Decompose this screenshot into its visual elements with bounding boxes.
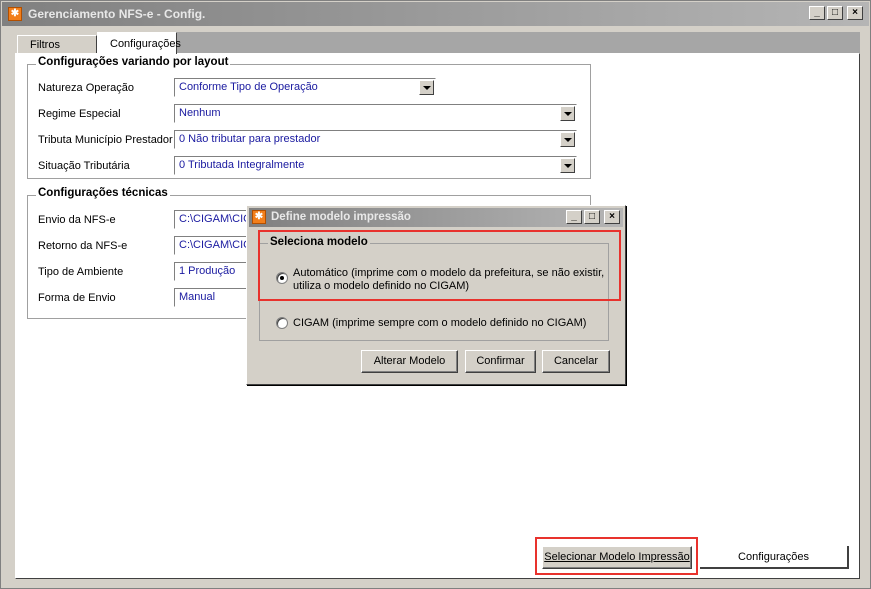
- title-bar[interactable]: ✱ Gerenciamento NFS-e - Config. _ □ ×: [2, 2, 869, 26]
- minimize-button[interactable]: _: [809, 6, 825, 20]
- highlight-box-automatico: [258, 230, 621, 301]
- tech-group-title: Configurações técnicas: [36, 187, 170, 199]
- cancel-button[interactable]: Cancelar: [542, 350, 610, 373]
- situacao-tributaria-label: Situação Tributária: [38, 160, 130, 172]
- tab-filtros[interactable]: Filtros: [17, 35, 97, 54]
- forma-envio-select[interactable]: Manual: [174, 288, 254, 307]
- chevron-down-icon[interactable]: [560, 132, 575, 147]
- close-button[interactable]: ×: [847, 6, 863, 20]
- tab-configuracoes[interactable]: Configurações: [97, 32, 181, 54]
- regime-especial-select[interactable]: Nenhum: [174, 104, 577, 123]
- retorno-nfse-field[interactable]: C:\CIGAM\CIG: [174, 236, 254, 255]
- radio-cigam-label[interactable]: CIGAM (imprime sempre com o modelo defin…: [293, 317, 586, 330]
- maximize-button[interactable]: □: [827, 6, 843, 20]
- retorno-nfse-label: Retorno da NFS-e: [38, 240, 128, 252]
- tipo-ambiente-select[interactable]: 1 Produção: [174, 262, 254, 281]
- cigam-icon: ✱: [8, 7, 22, 21]
- cigam-icon: ✱: [252, 210, 266, 224]
- situacao-tributaria-value: 0 Tributada Integralmente: [179, 159, 305, 171]
- natureza-operacao-select[interactable]: Conforme Tipo de Operação: [174, 78, 436, 97]
- regime-especial-value: Nenhum: [179, 107, 221, 119]
- window-title: Gerenciamento NFS-e - Config.: [28, 7, 206, 21]
- chevron-down-icon[interactable]: [560, 106, 575, 121]
- radio-cigam[interactable]: [276, 317, 288, 329]
- maximize-button[interactable]: □: [584, 210, 600, 224]
- layout-config-group: Configurações variando por layout Nature…: [27, 56, 591, 179]
- tab-strip: Filtros Configurações: [15, 32, 860, 54]
- regime-especial-label: Regime Especial: [38, 108, 121, 120]
- change-model-button[interactable]: Alterar Modelo: [361, 350, 458, 373]
- envio-nfse-label: Envio da NFS-e: [38, 214, 116, 226]
- tributa-municipio-select[interactable]: 0 Não tributar para prestador: [174, 130, 577, 149]
- natureza-operacao-label: Natureza Operação: [38, 82, 134, 94]
- tributa-municipio-label: Tributa Município Prestador: [38, 134, 173, 146]
- layout-group-title: Configurações variando por layout: [36, 56, 231, 68]
- forma-envio-label: Forma de Envio: [38, 292, 116, 304]
- confirm-button[interactable]: Confirmar: [465, 350, 536, 373]
- situacao-tributaria-select[interactable]: 0 Tributada Integralmente: [174, 156, 577, 175]
- minimize-button[interactable]: _: [566, 210, 582, 224]
- configuracoes-button[interactable]: Configurações: [700, 546, 849, 569]
- dialog-title-bar[interactable]: ✱ Define modelo impressão _ □ ×: [249, 208, 623, 227]
- chevron-down-icon[interactable]: [560, 158, 575, 173]
- chevron-down-icon[interactable]: [419, 80, 434, 95]
- tipo-ambiente-label: Tipo de Ambiente: [38, 266, 124, 278]
- natureza-operacao-value: Conforme Tipo de Operação: [179, 81, 318, 93]
- highlight-box-select-model: [535, 537, 698, 575]
- dialog-title: Define modelo impressão: [271, 211, 411, 223]
- tributa-municipio-value: 0 Não tributar para prestador: [179, 133, 321, 145]
- close-button[interactable]: ×: [604, 210, 620, 224]
- define-model-dialog: ✱ Define modelo impressão _ □ × Selecion…: [246, 205, 626, 385]
- envio-nfse-field[interactable]: C:\CIGAM\CIG: [174, 210, 254, 229]
